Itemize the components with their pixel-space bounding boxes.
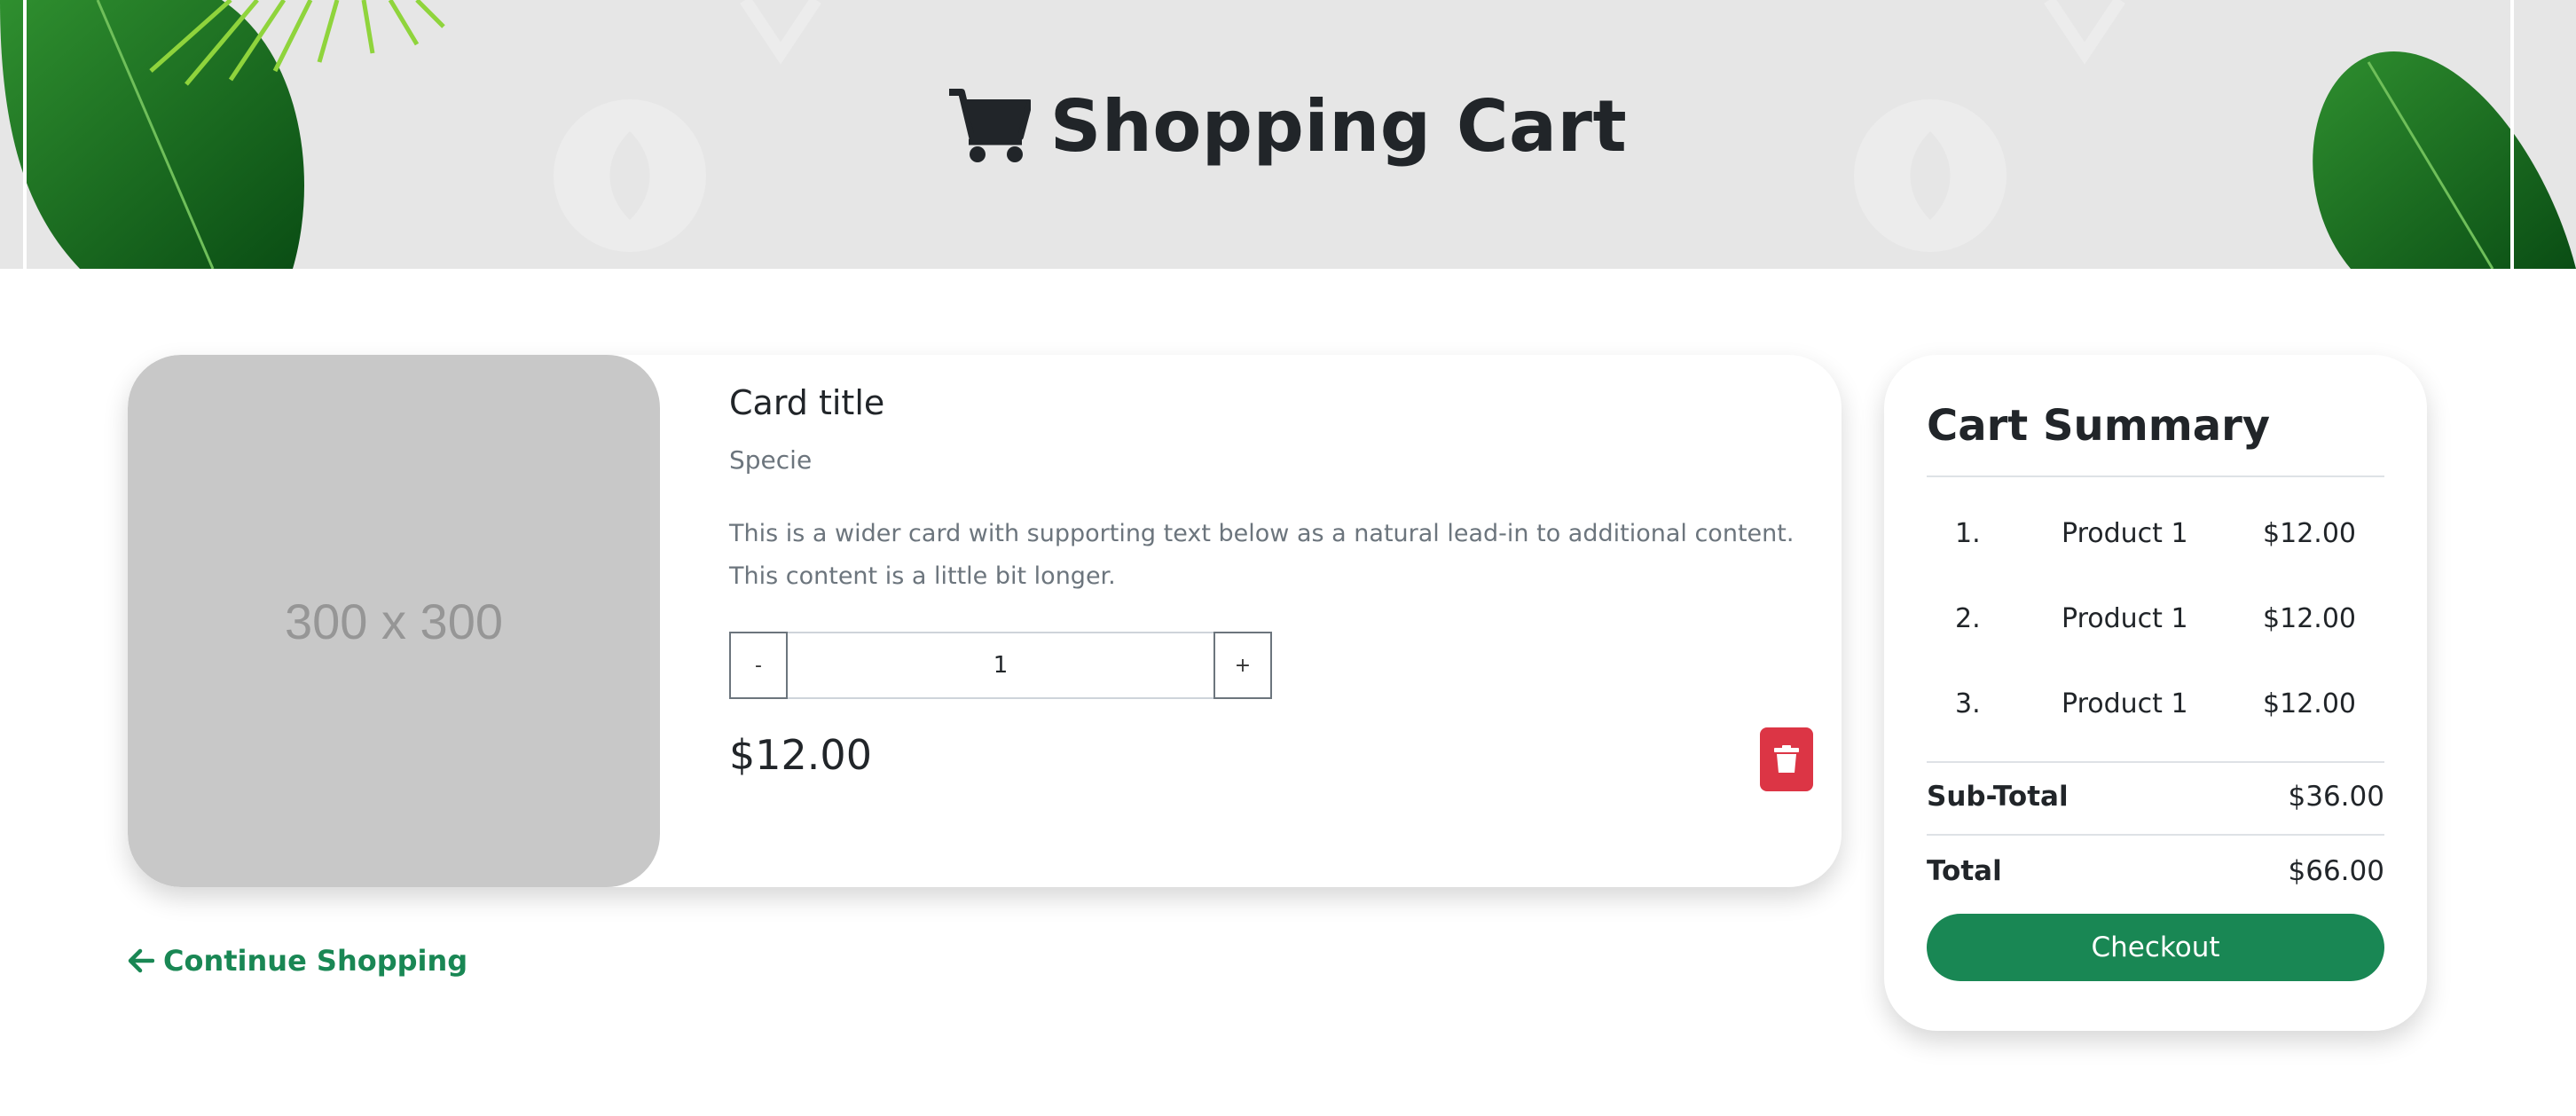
product-image-placeholder: 300 x 300 (285, 593, 503, 649)
summary-item-number: 1. (1955, 518, 1981, 549)
arrow-left-icon (128, 948, 154, 973)
total-label: Total (1927, 855, 2002, 887)
header-banner: Shopping Cart (0, 0, 2576, 269)
subtotal-row: Sub-Total $36.00 (1927, 774, 2384, 818)
subtotal-value: $36.00 (2288, 781, 2384, 813)
divider (1927, 761, 2384, 763)
total-row: Total $66.00 (1927, 848, 2384, 892)
summary-item-name: Product 1 (2062, 518, 2188, 549)
product-price: $12.00 (729, 731, 872, 779)
summary-item-name: Product 1 (2062, 688, 2188, 719)
cart-summary: Cart Summary 1. Product 1 $12.00 2. Prod… (1884, 355, 2427, 1031)
summary-item-number: 2. (1955, 603, 1981, 634)
continue-shopping-link[interactable]: Continue Shopping (128, 944, 467, 978)
trash-icon (1774, 745, 1799, 773)
product-title: Card title (729, 383, 885, 422)
quantity-stepper: - 1 + (729, 632, 1272, 699)
subtotal-label: Sub-Total (1927, 781, 2069, 813)
summary-item: 1. Product 1 $12.00 (1927, 506, 2384, 559)
page-title: Shopping Cart (0, 82, 2576, 170)
increment-button[interactable]: + (1213, 632, 1272, 699)
total-value: $66.00 (2288, 855, 2384, 887)
summary-item-price: $12.00 (2263, 603, 2356, 634)
decrement-button[interactable]: - (729, 632, 788, 699)
summary-title: Cart Summary (1927, 401, 2271, 451)
delete-button[interactable] (1760, 727, 1813, 791)
divider (1927, 475, 2384, 477)
summary-item-price: $12.00 (2263, 688, 2356, 719)
product-image: 300 x 300 (128, 355, 660, 887)
summary-item-number: 3. (1955, 688, 1981, 719)
page-title-text: Shopping Cart (1049, 84, 1628, 168)
cart-icon (948, 89, 1031, 162)
product-card-body: Card title Specie This is a wider card w… (729, 355, 1815, 887)
divider (1927, 834, 2384, 836)
summary-item: 2. Product 1 $12.00 (1927, 591, 2384, 644)
product-description: This is a wider card with supporting tex… (729, 520, 1795, 590)
continue-shopping-label: Continue Shopping (163, 944, 468, 978)
checkout-button[interactable]: Checkout (1927, 914, 2384, 981)
watermark-leaf-icon (740, 0, 821, 65)
product-subtitle: Specie (729, 445, 813, 475)
quantity-input[interactable]: 1 (788, 632, 1213, 699)
summary-item-name: Product 1 (2062, 603, 2188, 634)
product-card: 300 x 300 Card title Specie This is a wi… (128, 355, 1842, 887)
summary-item: 3. Product 1 $12.00 (1927, 676, 2384, 729)
summary-item-price: $12.00 (2263, 518, 2356, 549)
watermark-leaf-icon (2044, 0, 2125, 65)
